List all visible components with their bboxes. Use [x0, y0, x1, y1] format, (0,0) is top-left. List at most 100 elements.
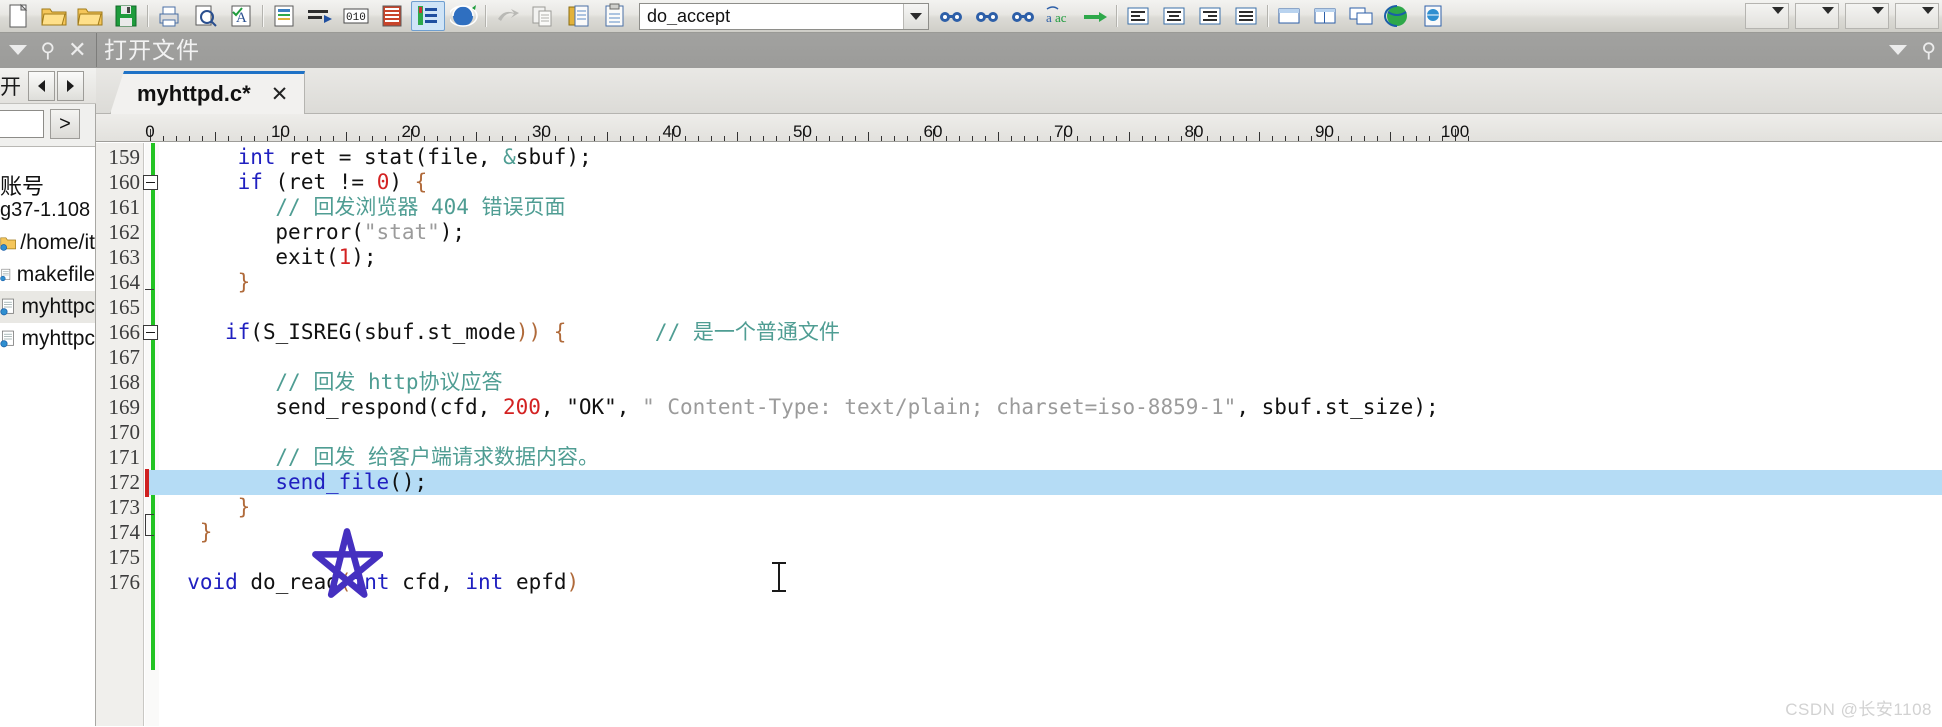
ruler-tick	[1115, 136, 1117, 141]
code-token: int	[465, 570, 504, 594]
list-item[interactable]: myhttpc	[0, 291, 95, 323]
align-justify-icon[interactable]	[1229, 1, 1263, 31]
sidebar-filter-input[interactable]	[0, 110, 44, 138]
find-icon[interactable]	[934, 1, 968, 31]
symbol-window-icon[interactable]	[267, 1, 301, 31]
code-token: !=	[338, 170, 365, 194]
code-line[interactable]: 170	[96, 420, 1942, 445]
code-line[interactable]: 167	[96, 345, 1942, 370]
print-icon[interactable]	[152, 1, 186, 31]
find-next-icon[interactable]	[970, 1, 1004, 31]
sidebar-back-button[interactable]	[28, 70, 55, 101]
pin-icon[interactable]: ⚲	[1921, 40, 1936, 60]
relation-window-icon[interactable]	[411, 1, 445, 31]
code-token: 0	[376, 170, 390, 194]
symbol-combo[interactable]: do_accept	[639, 2, 929, 30]
ruler-tick	[906, 136, 908, 141]
fold-toggle-icon[interactable]	[143, 175, 158, 190]
code-token: 1	[338, 245, 352, 269]
chevron-down-icon[interactable]	[9, 45, 28, 55]
open-project-icon[interactable]	[73, 1, 107, 31]
ruler-tick	[371, 136, 373, 141]
context-window-icon[interactable]	[375, 1, 409, 31]
code-line[interactable]: 172 send_file();	[96, 470, 1942, 495]
line-text: perror("stat");	[275, 220, 465, 245]
ruler-tick	[241, 136, 243, 141]
tab-myhttpd-c[interactable]: myhttpd.c* ✕	[110, 71, 306, 114]
close-icon[interactable]: ✕	[271, 82, 289, 107]
code-line[interactable]: 163 exit(1);	[96, 245, 1942, 270]
ruler-tick	[763, 136, 765, 141]
code-line[interactable]: 171 // 回发 给客户端请求数据内容。	[96, 445, 1942, 470]
code-line[interactable]: 173}	[96, 495, 1942, 520]
code-area[interactable]: 159 int ret = stat(file, &sbuf); 160 if (re…	[96, 143, 1942, 726]
list-item[interactable]: /home/it	[0, 227, 95, 259]
sidebar-file-list[interactable]: 账号 g37-1.108 /home/it makefile myhttpc m…	[0, 146, 95, 727]
code-line[interactable]: 161 // 回发浏览器 404 错误页面	[96, 195, 1942, 220]
code-token: ,	[616, 395, 643, 419]
doc-globe-icon[interactable]	[1416, 1, 1450, 31]
hex-view-icon[interactable]: 010	[339, 1, 373, 31]
window-split-icon[interactable]	[1308, 1, 1342, 31]
code-line[interactable]: 160 if (ret != 0) {	[96, 170, 1942, 195]
line-numbers-icon[interactable]	[303, 1, 337, 31]
list-item[interactable]: makefile	[0, 259, 95, 291]
toolbar-spinner-2[interactable]	[1795, 3, 1839, 29]
chevron-down-icon[interactable]	[1889, 45, 1908, 55]
replace-icon[interactable]: a ac	[1042, 1, 1076, 31]
code-token: // 回发 给客户端请求数据内容。	[275, 445, 599, 469]
spell-check-icon[interactable]: A	[224, 1, 258, 31]
code-token: ,	[540, 395, 567, 419]
undo-icon[interactable]	[490, 1, 524, 31]
window-tile-icon[interactable]	[1272, 1, 1306, 31]
ruler-tick	[619, 136, 621, 141]
print-preview-icon[interactable]	[188, 1, 222, 31]
code-token: send_file	[275, 470, 390, 494]
paste-icon[interactable]	[562, 1, 596, 31]
ruler-tick	[437, 136, 439, 141]
code-line[interactable]: 159 int ret = stat(file, &sbuf);	[96, 145, 1942, 170]
align-left-icon[interactable]	[1121, 1, 1155, 31]
align-center-icon[interactable]	[1157, 1, 1191, 31]
jump-icon[interactable]	[1078, 1, 1112, 31]
column-ruler: 0 10 20 30 40 50 60 70 80 90 100	[96, 114, 1942, 142]
editor-pane: myhttpd.c* ✕ 0 10 20 30 40 50 60 70 80 90 100 159 i…	[96, 68, 1942, 726]
toolbar-spinner-1[interactable]	[1745, 3, 1789, 29]
pin-icon[interactable]: ⚲	[40, 40, 55, 60]
ruler-tick	[567, 136, 569, 141]
code-line[interactable]: 164}	[96, 270, 1942, 295]
toolbar-spinner-3[interactable]	[1845, 3, 1889, 29]
ruler-tick	[463, 136, 465, 141]
ruler-tick	[1415, 136, 1417, 141]
toolbar-separator	[259, 3, 266, 29]
code-line[interactable]: 165	[96, 295, 1942, 320]
code-line[interactable]: 166 if(S_ISREG(sbuf.st_mode)) { // 是一个普通文…	[96, 320, 1942, 345]
sidebar-forward-button[interactable]	[57, 70, 84, 101]
save-icon[interactable]	[109, 1, 143, 31]
ruler-tick	[163, 136, 165, 141]
code-line[interactable]: 162 perror("stat");	[96, 220, 1942, 245]
ruler-label: 60	[923, 122, 943, 141]
web-browse-icon[interactable]	[1380, 1, 1414, 31]
browse-globe-icon[interactable]	[447, 1, 481, 31]
new-file-icon[interactable]	[1, 1, 35, 31]
open-folder-icon[interactable]	[37, 1, 71, 31]
window-cascade-icon[interactable]	[1344, 1, 1378, 31]
toolbar-separator	[144, 3, 151, 29]
code-line[interactable]: 169 send_respond(cfd, 200, "OK", " Conten…	[96, 395, 1942, 420]
sidebar-go-button[interactable]: >	[50, 109, 80, 139]
align-right-icon[interactable]	[1193, 1, 1227, 31]
close-icon[interactable]: ✕	[68, 39, 86, 61]
ruler-tick	[946, 136, 948, 141]
clipboard-icon[interactable]	[598, 1, 632, 31]
code-line[interactable]: 168 // 回发 http协议应答	[96, 370, 1942, 395]
list-item[interactable]: myhttpc	[0, 323, 95, 355]
fold-toggle-icon[interactable]	[143, 325, 158, 340]
ruler-tick	[345, 132, 347, 141]
toolbar-spinner-4[interactable]	[1895, 3, 1939, 29]
ruler-tick	[580, 136, 582, 141]
ruler-label: 10	[271, 122, 290, 141]
symbol-combo-arrow[interactable]	[903, 3, 928, 29]
find-prev-icon[interactable]	[1006, 1, 1040, 31]
copy-icon[interactable]	[526, 1, 560, 31]
